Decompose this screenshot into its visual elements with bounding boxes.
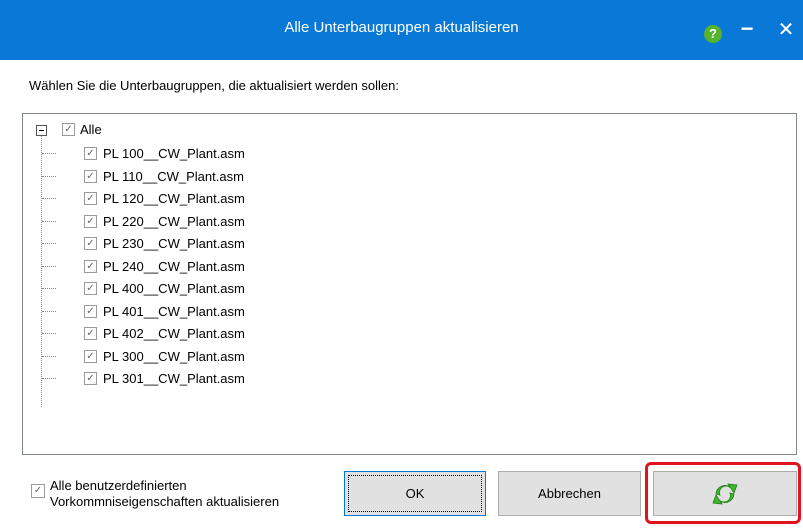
cancel-button[interactable]: Abbrechen bbox=[498, 471, 641, 516]
tree-item-label[interactable]: PL 400__CW_Plant.asm bbox=[103, 281, 245, 296]
tree-item-label[interactable]: PL 120__CW_Plant.asm bbox=[103, 191, 245, 206]
tree-item-checkbox[interactable]: ✓ bbox=[84, 237, 97, 250]
tree-item-label[interactable]: PL 100__CW_Plant.asm bbox=[103, 146, 245, 161]
collapse-toggle-icon[interactable] bbox=[36, 125, 47, 136]
tree-connector bbox=[42, 198, 56, 199]
annotation-highlight bbox=[645, 462, 801, 524]
tree-item-checkbox[interactable]: ✓ bbox=[84, 215, 97, 228]
update-custom-props-label: Alle benutzerdefinierten Vorkommniseigen… bbox=[50, 478, 280, 509]
tree-connector bbox=[42, 243, 56, 244]
tree-item-label[interactable]: PL 402__CW_Plant.asm bbox=[103, 326, 245, 341]
tree-item-label[interactable]: PL 220__CW_Plant.asm bbox=[103, 214, 245, 229]
tree-item-label[interactable]: PL 230__CW_Plant.asm bbox=[103, 236, 245, 251]
tree-connector bbox=[42, 333, 56, 334]
title-bar: Alle Unterbaugruppen aktualisieren ? − ✕ bbox=[0, 0, 803, 60]
tree-item-checkbox[interactable]: ✓ bbox=[84, 327, 97, 340]
tree-item-checkbox[interactable]: ✓ bbox=[84, 260, 97, 273]
ok-button[interactable]: OK bbox=[344, 471, 486, 516]
tree-root-label: Alle bbox=[80, 122, 102, 137]
subassembly-tree[interactable]: ✓ Alle ✓ PL 100__CW_Plant.asm ✓ PL 110__CW_… bbox=[22, 113, 797, 455]
tree-connector bbox=[42, 176, 56, 177]
dialog-title: Alle Unterbaugruppen aktualisieren bbox=[284, 19, 519, 36]
tree-item-label[interactable]: PL 240__CW_Plant.asm bbox=[103, 259, 245, 274]
help-icon[interactable]: ? bbox=[704, 25, 722, 43]
tree-item-checkbox[interactable]: ✓ bbox=[84, 170, 97, 183]
minimize-button[interactable]: − bbox=[736, 18, 758, 42]
instruction-text: Wählen Sie die Unterbaugruppen, die aktu… bbox=[29, 78, 399, 93]
tree-connector bbox=[42, 221, 56, 222]
tree-item-label[interactable]: PL 110__CW_Plant.asm bbox=[103, 169, 244, 184]
tree-item-checkbox[interactable]: ✓ bbox=[84, 282, 97, 295]
tree-item-checkbox[interactable]: ✓ bbox=[84, 305, 97, 318]
tree-connector bbox=[42, 153, 56, 154]
tree-item-label[interactable]: PL 301__CW_Plant.asm bbox=[103, 371, 245, 386]
tree-connector bbox=[42, 288, 56, 289]
update-custom-props-checkbox[interactable]: ✓ bbox=[31, 484, 45, 498]
tree-item-checkbox[interactable]: ✓ bbox=[84, 350, 97, 363]
tree-item-checkbox[interactable]: ✓ bbox=[84, 147, 97, 160]
tree-connector bbox=[42, 356, 56, 357]
tree-item-label[interactable]: PL 300__CW_Plant.asm bbox=[103, 349, 245, 364]
tree-item-label[interactable]: PL 401__CW_Plant.asm bbox=[103, 304, 245, 319]
tree-connector bbox=[42, 311, 56, 312]
tree-connector bbox=[42, 378, 56, 379]
root-checkbox[interactable]: ✓ bbox=[62, 123, 75, 136]
focus-rect bbox=[348, 475, 482, 512]
tree-connector bbox=[42, 266, 56, 267]
close-button[interactable]: ✕ bbox=[775, 18, 797, 42]
tree-item-checkbox[interactable]: ✓ bbox=[84, 192, 97, 205]
tree-item-checkbox[interactable]: ✓ bbox=[84, 372, 97, 385]
